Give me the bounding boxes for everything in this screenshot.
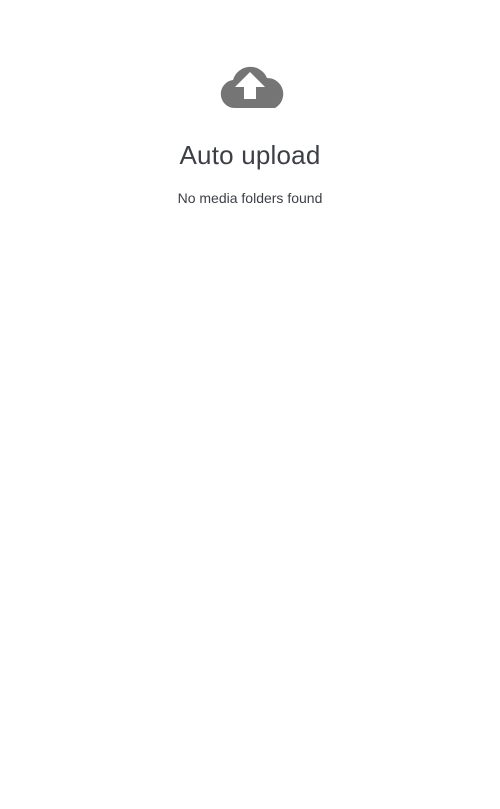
- empty-state: Auto upload No media folders found: [0, 0, 500, 809]
- page-title: Auto upload: [179, 140, 321, 170]
- cloud-upload-icon: [213, 58, 287, 110]
- empty-message: No media folders found: [177, 190, 323, 206]
